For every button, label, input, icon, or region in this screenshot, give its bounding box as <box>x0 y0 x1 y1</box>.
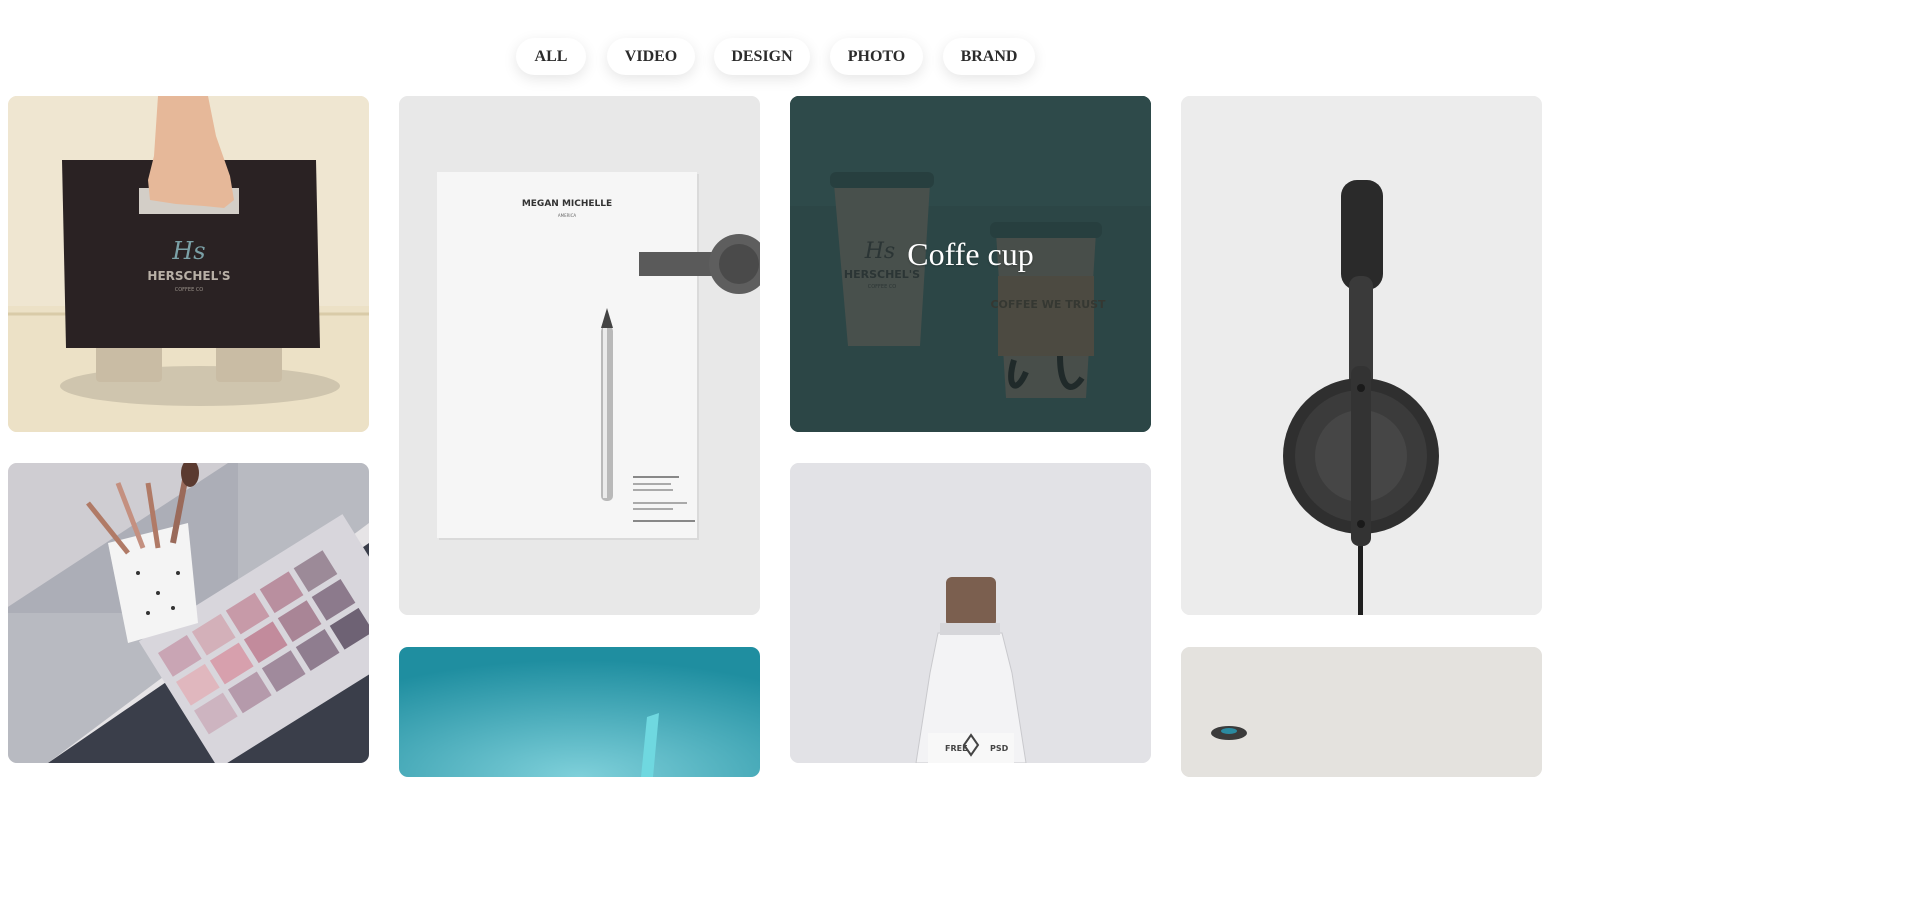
filter-all-button[interactable]: ALL <box>516 38 586 75</box>
filter-video-button[interactable]: VIDEO <box>607 38 695 75</box>
bottle-image: FREE PSD <box>790 463 1151 763</box>
filter-brand-button[interactable]: BRAND <box>943 38 1035 75</box>
svg-text:Hs: Hs <box>171 237 205 265</box>
coffee-carrier-image: Hs HERSCHEL'S COFFEE CO <box>8 96 369 432</box>
portfolio-card-makeup[interactable] <box>8 463 369 763</box>
card-overlay-title: Coffe cup <box>907 236 1034 272</box>
portfolio-card-teal[interactable] <box>399 647 760 777</box>
filter-photo-button[interactable]: PHOTO <box>830 38 923 75</box>
portfolio-card-headphones[interactable] <box>1181 96 1542 615</box>
bottle-label-right: PSD <box>990 744 1009 753</box>
portfolio-card-bottle[interactable]: FREE PSD <box>790 463 1151 763</box>
portfolio-card-coffee-carrier[interactable]: Hs HERSCHEL'S COFFEE CO <box>8 96 369 432</box>
makeup-image <box>8 463 369 763</box>
grey-image <box>1181 647 1542 777</box>
letterhead-sub: AMERICA <box>558 213 576 218</box>
headphones-image <box>1181 96 1542 615</box>
carrier-sub-text: COFFEE CO <box>175 287 204 293</box>
teal-image <box>399 647 760 777</box>
letterhead-name: MEGAN MICHELLE <box>522 199 612 209</box>
filter-design-button[interactable]: DESIGN <box>714 38 810 75</box>
portfolio-card-grey[interactable] <box>1181 647 1542 777</box>
portfolio-card-letterhead[interactable]: MEGAN MICHELLE AMERICA <box>399 96 760 615</box>
letterhead-image: MEGAN MICHELLE AMERICA <box>399 96 760 615</box>
portfolio-card-coffee-cup[interactable]: Hs HERSCHEL'S COFFEE CO COFFEE WE TRUST … <box>790 96 1151 432</box>
carrier-logo-text: HERSCHEL'S <box>147 269 230 283</box>
filter-bar: ALL VIDEO DESIGN PHOTO BRAND <box>0 0 1550 100</box>
